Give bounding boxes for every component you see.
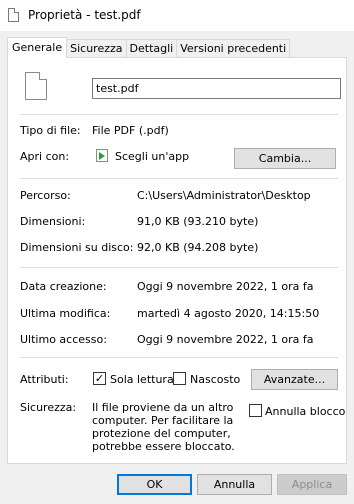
attributes-label: Attributi: [20,373,69,386]
window-title: Proprietà - test.pdf [28,8,141,22]
file-name-input[interactable]: test.pdf [92,78,341,99]
tab-dettagli[interactable]: Dettagli [125,39,178,58]
open-with-value: Scegli un'app [115,150,190,163]
ok-button[interactable]: OK [117,474,192,495]
security-text: Il file proviene da un altro computer. P… [92,401,235,453]
unblock-label: Annulla blocco [265,405,346,418]
title-bar: Proprietà - test.pdf [0,0,354,31]
document-icon [8,8,19,22]
security-text-line: Il file proviene da un altro [92,401,234,414]
open-with-label: Apri con: [20,150,70,163]
readonly-checkbox[interactable]: ✓ [93,372,106,385]
cancel-button[interactable]: Annulla [197,474,272,495]
divider [20,267,338,268]
file-type-label: Tipo di file: [20,124,81,137]
accessed-value: Oggi 9 novembre 2022, 1 ora fa [137,333,314,346]
file-icon [25,72,47,100]
change-button[interactable]: Cambia... [234,148,336,169]
hidden-label: Nascosto [190,373,241,386]
created-label: Data creazione: [20,280,107,293]
file-type-value: File PDF (.pdf) [92,124,169,137]
divider [20,114,338,115]
divider [20,357,338,358]
created-value: Oggi 9 novembre 2022, 1 ora fa [137,280,314,293]
accessed-label: Ultimo accesso: [20,333,107,346]
general-panel: test.pdf Tipo di file: File PDF (.pdf) A… [7,57,347,464]
disk-size-label: Dimensioni su disco: [20,241,134,254]
tab-sicurezza[interactable]: Sicurezza [66,39,127,58]
security-text-line: protezione del computer, [92,427,231,440]
path-label: Percorso: [20,189,71,202]
modified-value: martedì 4 agosto 2020, 14:15:50 [137,307,320,320]
hidden-checkbox[interactable] [173,372,186,385]
disk-size-value: 92,0 KB (94.208 byte) [137,241,259,254]
tab-versioni-precedenti[interactable]: Versioni precedenti [176,39,291,58]
apply-button[interactable]: Applica [277,474,347,495]
size-label: Dimensioni: [20,215,86,228]
security-text-line: computer. Per facilitare la [92,414,234,427]
path-value: C:\Users\Administrator\Desktop [137,189,311,202]
size-value: 91,0 KB (93.210 byte) [137,215,259,228]
security-text-line: potrebbe essere bloccato. [92,440,235,453]
divider [20,178,338,179]
unblock-checkbox[interactable] [249,404,262,417]
readonly-label: Sola lettura [110,373,174,386]
security-label: Sicurezza: [20,401,77,414]
app-icon [96,149,108,162]
advanced-button[interactable]: Avanzate... [251,369,338,390]
modified-label: Ultima modifica: [20,307,111,320]
tab-generale[interactable]: Generale [7,37,68,58]
tab-strip: Generale Sicurezza Dettagli Versioni pre… [7,37,291,58]
